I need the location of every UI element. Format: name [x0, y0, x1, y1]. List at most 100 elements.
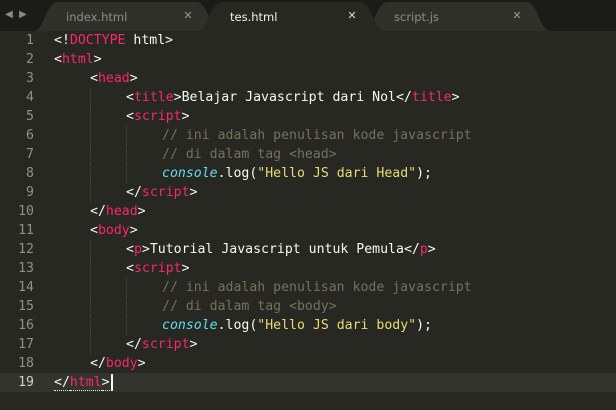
code-token: );: [416, 318, 432, 333]
line-number: 16: [18, 318, 34, 333]
code-token: html: [69, 375, 102, 391]
code-token: console: [162, 166, 218, 181]
code-token: >: [427, 242, 436, 257]
tab-tes-html[interactable]: tes.html ✕: [198, 2, 384, 31]
code-token: </: [403, 242, 420, 257]
code-token: <!: [54, 33, 70, 48]
code-line: </script>: [126, 183, 197, 202]
close-icon[interactable]: ✕: [181, 8, 195, 24]
code-line: // ini adalah penulisan kode javascript: [162, 278, 472, 297]
code-token: >: [137, 356, 146, 371]
indent-guide: [90, 240, 91, 259]
line-number: 18: [18, 356, 34, 371]
tab-bar: ◀ ▶ index.html ✕ script.js ✕ tes.html ✕: [0, 0, 616, 31]
code-token: >: [173, 90, 182, 105]
code-token: >: [189, 337, 198, 352]
code-token: <: [54, 52, 62, 67]
code-token: >: [137, 204, 146, 219]
code-token: </: [54, 375, 70, 391]
line-number: 2: [26, 52, 34, 67]
tab-label: script.js: [394, 10, 439, 24]
code-token: <: [90, 71, 98, 86]
code-token: script: [133, 109, 182, 124]
code-token: >: [181, 261, 190, 276]
code-token: <: [126, 261, 134, 276]
code-token: <: [90, 223, 98, 238]
code-token: >: [141, 242, 150, 257]
code-token: );: [416, 166, 432, 181]
indent-guide: [90, 126, 91, 145]
indent-guide: [126, 316, 127, 335]
line-number: 3: [26, 71, 34, 86]
code-line: // di dalam tag <body>: [162, 297, 337, 316]
code-line: <script>: [126, 107, 190, 126]
triangle-right-icon[interactable]: ▶: [16, 7, 30, 23]
code-token: // di dalam tag <head>: [162, 147, 337, 162]
code-token: >: [189, 185, 198, 200]
code-token: >: [129, 223, 138, 238]
code-editor-window: ◀ ▶ index.html ✕ script.js ✕ tes.html ✕ …: [0, 0, 616, 410]
line-number: 6: [26, 128, 34, 143]
code-token: // ini adalah penulisan kode javascript: [162, 280, 472, 295]
indent-guide: [90, 259, 91, 278]
tab-script-js[interactable]: script.js ✕: [364, 2, 550, 31]
code-token: >: [93, 52, 102, 67]
indent-guide: [126, 278, 127, 297]
code-token: script: [141, 185, 190, 200]
indent-guide: [126, 297, 127, 316]
indent-guide: [90, 297, 91, 316]
code-token: console: [162, 318, 218, 333]
close-icon[interactable]: ✕: [345, 8, 359, 24]
code-line: // ini adalah penulisan kode javascript: [162, 126, 472, 145]
triangle-left-icon[interactable]: ◀: [2, 7, 16, 23]
code-line: </head>: [90, 202, 146, 221]
indent-guide: [90, 107, 91, 126]
line-number: 13: [18, 261, 34, 276]
indent-guide: [90, 335, 91, 354]
code-token: head: [105, 204, 138, 219]
line-number: 15: [18, 299, 34, 314]
line-number: 8: [26, 166, 34, 181]
tab-label: index.html: [66, 10, 128, 24]
code-token: </: [90, 204, 106, 219]
indent-guide: [90, 278, 91, 297]
code-line: </body>: [90, 354, 146, 373]
code-line: <body>: [90, 221, 138, 240]
indent-guide: [126, 145, 127, 164]
tab-label: tes.html: [230, 10, 278, 24]
code-token: <: [126, 90, 134, 105]
line-number: 5: [26, 109, 34, 124]
line-number: 7: [26, 147, 34, 162]
code-line: console.log("Hello JS dari body");: [162, 316, 432, 335]
code-line: <p>Tutorial Javascript untuk Pemula</p>: [126, 240, 436, 259]
code-token: script: [133, 261, 182, 276]
code-token: html: [61, 52, 94, 67]
code-token: script: [141, 337, 190, 352]
indent-guide: [90, 145, 91, 164]
close-icon[interactable]: ✕: [510, 8, 524, 24]
line-number: 10: [18, 204, 34, 219]
code-token: >: [101, 375, 110, 391]
line-number: 12: [18, 242, 34, 257]
text-cursor: [110, 374, 113, 391]
line-number: 4: [26, 90, 34, 105]
code-line: <!DOCTYPE html>: [54, 31, 173, 50]
line-number: 11: [18, 223, 34, 238]
code-area[interactable]: <!DOCTYPE html> <html> <head> <title>Belaja…: [54, 31, 614, 410]
code-token: </: [126, 185, 142, 200]
tab-index-html[interactable]: index.html ✕: [34, 2, 220, 31]
code-token: p: [133, 242, 142, 257]
line-number-gutter: 1 2 3 4 5 6 7 8 9 10 11 12 13 14 15 16 17 18 19: [0, 31, 46, 410]
indent-guide: [126, 126, 127, 145]
code-token: <: [126, 242, 134, 257]
code-token: >: [181, 109, 190, 124]
indent-guide: [126, 164, 127, 183]
code-token: DOCTYPE: [69, 33, 126, 48]
code-token: .: [217, 318, 226, 333]
code-token: title: [133, 90, 174, 105]
line-number: 17: [18, 337, 34, 352]
indent-guide: [90, 183, 91, 202]
code-token: >: [165, 33, 174, 48]
code-token: head: [97, 71, 130, 86]
code-token: .: [217, 166, 226, 181]
